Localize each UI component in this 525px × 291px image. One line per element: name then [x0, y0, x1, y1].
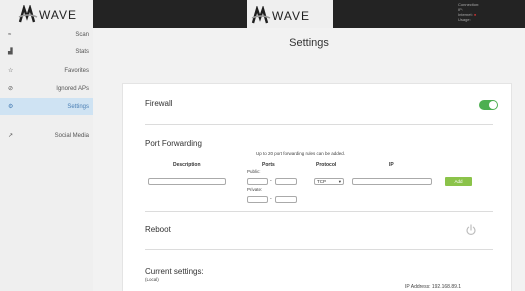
ip-address-value: IP Address: 192.168.89.1	[405, 284, 462, 290]
divider	[145, 124, 493, 125]
top-bar: WAVE WAVE Connection: IP: Internet: ● Us…	[0, 0, 525, 28]
header-logo: WAVE	[247, 0, 333, 28]
column-ip: IP	[389, 162, 394, 168]
wave-logo-icon	[251, 6, 271, 24]
sidebar-item-label: Settings	[67, 103, 89, 110]
internet-indicator: ●	[473, 12, 477, 17]
port-forwarding-hint: Up to 20 port forwarding rules can be ad…	[256, 151, 346, 156]
star-icon: ☆	[8, 68, 14, 74]
public-port-end-input[interactable]	[275, 178, 297, 185]
wave-logo-icon	[18, 5, 38, 23]
chevron-down-icon: ▾	[338, 179, 341, 184]
sidebar-item-label: Ignored APs	[56, 85, 89, 92]
current-settings-subtitle: (Local)	[145, 277, 159, 282]
usage-label: Usage:	[458, 17, 471, 22]
connection-status: Connection: IP: Internet: ● Usage:	[458, 2, 479, 22]
divider	[145, 211, 493, 212]
power-icon[interactable]	[465, 224, 477, 236]
dash-separator: -	[270, 196, 272, 202]
sidebar-item-social-media[interactable]: ↗ Social Media	[0, 127, 93, 144]
public-port-start-input[interactable]	[247, 178, 268, 185]
firewall-title: Firewall	[145, 99, 173, 108]
sidebar-item-favorites[interactable]: ☆ Favorites	[0, 62, 93, 79]
sidebar-item-label: Favorites	[64, 67, 89, 74]
share-icon: ↗	[8, 133, 14, 139]
divider	[145, 249, 493, 250]
sidebar-item-ignored-aps[interactable]: ⊘ Ignored APs	[0, 80, 93, 97]
logo-text: WAVE	[39, 8, 78, 22]
toggle-knob	[489, 101, 497, 109]
reboot-title: Reboot	[145, 225, 171, 234]
firewall-toggle[interactable]	[479, 100, 498, 110]
wifi-icon: ≈	[8, 31, 12, 38]
port-forwarding-title: Port Forwarding	[145, 139, 202, 148]
sidebar-item-label: Stats	[75, 48, 89, 55]
sidebar-item-label: Scan	[75, 31, 89, 38]
sidebar-logo: WAVE	[18, 4, 77, 26]
private-port-start-input[interactable]	[247, 196, 268, 203]
sidebar-item-scan[interactable]: ≈ Scan	[0, 26, 93, 43]
description-input[interactable]	[148, 178, 226, 185]
settings-card: Firewall Port Forwarding Up to 20 port f…	[122, 83, 512, 291]
main-content: Settings Firewall Port Forwarding Up to …	[93, 28, 525, 291]
ban-icon: ⊘	[8, 86, 14, 92]
current-settings-title: Current settings:	[145, 267, 204, 276]
column-description: Description	[173, 162, 201, 168]
add-rule-button[interactable]: Add	[445, 177, 472, 186]
settings-icon: ⚙	[8, 104, 14, 110]
protocol-select[interactable]: TCP ▾	[314, 178, 344, 185]
sidebar: ≈ Scan ▟ Stats ☆ Favorites ⊘ Ignored APs…	[0, 28, 93, 291]
public-label: Public:	[247, 169, 261, 174]
sidebar-item-stats[interactable]: ▟ Stats	[0, 43, 93, 60]
sidebar-item-settings[interactable]: ⚙ Settings	[0, 98, 93, 115]
ip-input[interactable]	[352, 178, 432, 185]
private-port-end-input[interactable]	[275, 196, 297, 203]
column-ports: Ports	[262, 162, 275, 168]
protocol-value: TCP	[317, 179, 326, 184]
private-label: Private:	[247, 187, 263, 192]
logo-text: WAVE	[272, 9, 311, 23]
dash-separator: -	[270, 178, 272, 184]
bar-chart-icon: ▟	[8, 49, 13, 55]
column-protocol: Protocol	[316, 162, 337, 168]
page-title: Settings	[289, 37, 329, 49]
sidebar-item-label: Social Media	[54, 132, 89, 139]
